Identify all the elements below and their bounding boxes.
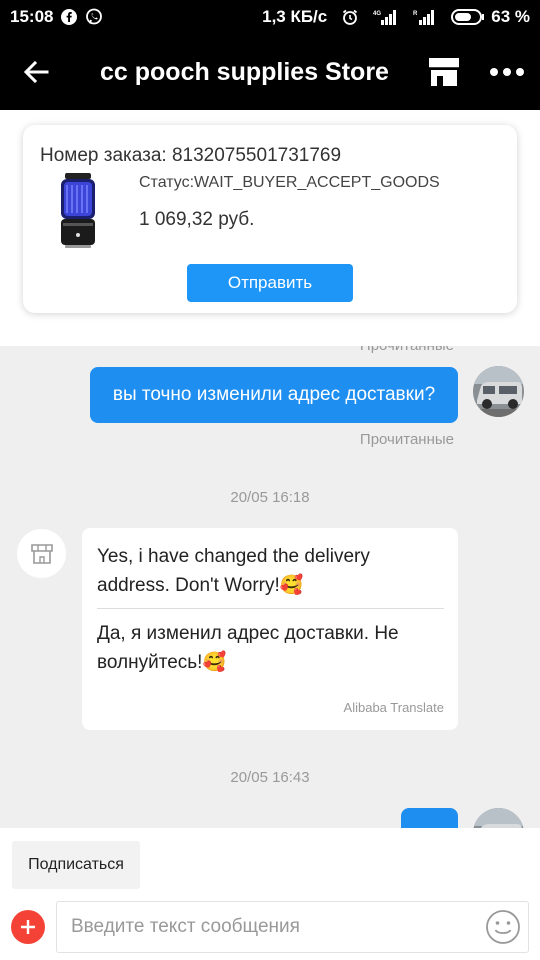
- message-input-box[interactable]: [56, 901, 529, 953]
- signal-4g-icon: 4G: [373, 9, 399, 25]
- more-icon: [490, 68, 524, 76]
- back-arrow-icon: [23, 60, 49, 84]
- incoming-message[interactable]: Yes, i have changed the delivery address…: [82, 528, 458, 730]
- read-status-label: Прочитанные: [359, 431, 454, 448]
- status-time: 15:08: [10, 7, 54, 26]
- signal-r-icon: R: [413, 9, 437, 25]
- chat-timestamp: 20/05 16:43: [230, 769, 310, 786]
- read-status-label: Прочитанные: [360, 346, 454, 354]
- bottom-bar: Подписаться: [0, 828, 540, 960]
- order-number: Номер заказа: 8132075501731769: [40, 145, 342, 166]
- subscribe-button[interactable]: Подписаться: [12, 841, 140, 889]
- svg-text:R: R: [413, 11, 418, 17]
- user-avatar[interactable]: [473, 366, 524, 417]
- store-icon: [30, 543, 53, 564]
- add-attachment-button[interactable]: [11, 910, 45, 944]
- order-status: Статус:WAIT_BUYER_ACCEPT_GOODS: [139, 174, 440, 191]
- translation-divider: [97, 608, 444, 609]
- product-image: [53, 171, 103, 251]
- order-price: 1 069,32 руб.: [139, 209, 255, 230]
- battery-icon: [451, 9, 485, 25]
- translate-credit: Alibaba Translate: [343, 700, 444, 715]
- smiley-icon: [486, 910, 520, 944]
- store-icon: [429, 58, 459, 86]
- facebook-icon: [61, 9, 78, 25]
- message-input[interactable]: [57, 902, 477, 952]
- outgoing-message[interactable]: [401, 808, 458, 828]
- viber-icon: [85, 8, 103, 26]
- back-button[interactable]: [0, 34, 72, 110]
- store-button[interactable]: [414, 34, 474, 110]
- alarm-icon: [341, 8, 359, 26]
- order-card[interactable]: Номер заказа: 8132075501731769 Статус:WA…: [23, 125, 517, 313]
- status-bar: 15:08 1,3 КБ/с 4G R 63 %: [0, 0, 540, 34]
- user-avatar[interactable]: [473, 808, 524, 828]
- battery-percent: 63 %: [491, 7, 530, 26]
- chat-timestamp: 20/05 16:18: [230, 489, 310, 506]
- order-area: Номер заказа: 8132075501731769 Статус:WA…: [0, 110, 540, 346]
- plus-icon: [21, 920, 35, 934]
- app-header: cc pooch supplies Store: [0, 34, 540, 110]
- incoming-original-text: Yes, i have changed the delivery address…: [97, 546, 370, 596]
- incoming-translated-text: Да, я изменил адрес доставки. Не волнуйт…: [97, 623, 399, 673]
- emoji-button[interactable]: [485, 909, 521, 945]
- send-order-button[interactable]: Отправить: [187, 264, 353, 302]
- more-options-button[interactable]: [474, 34, 540, 110]
- svg-text:4G: 4G: [373, 11, 381, 17]
- page-title: cc pooch supplies Store: [100, 57, 389, 86]
- store-avatar[interactable]: [17, 529, 66, 578]
- chat-area[interactable]: Прочитанные вы точно изменили адрес дост…: [0, 346, 540, 828]
- network-speed: 1,3 КБ/с: [262, 7, 328, 26]
- outgoing-message[interactable]: вы точно изменили адрес доставки?: [90, 367, 458, 423]
